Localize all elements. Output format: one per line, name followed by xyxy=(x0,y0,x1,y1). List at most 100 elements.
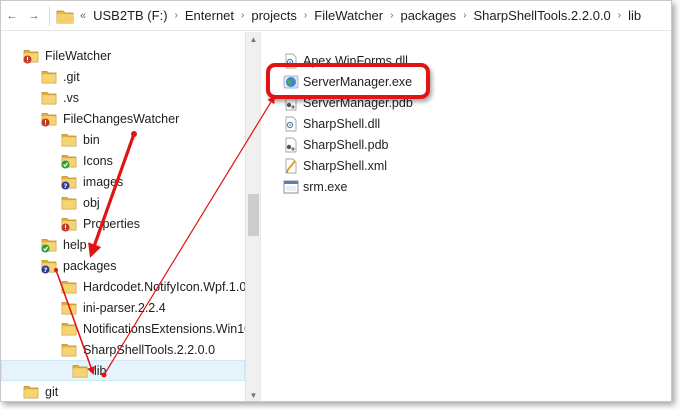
chevron-right-icon[interactable]: › xyxy=(170,10,183,21)
file-item[interactable]: SharpShell.pdb xyxy=(283,134,388,155)
back-button[interactable]: ← xyxy=(1,3,23,29)
tree-item[interactable]: Properties xyxy=(1,213,245,234)
tree-item-label: images xyxy=(83,174,124,189)
forward-button[interactable]: → xyxy=(23,3,45,29)
tree-item-label: help xyxy=(63,237,87,252)
tree-item[interactable]: FileWatcher xyxy=(1,45,245,66)
pdb-icon xyxy=(285,95,297,110)
address-separator xyxy=(49,5,50,26)
folder-icon xyxy=(41,91,57,104)
breadcrumb-item[interactable]: USB2TB (F:) xyxy=(91,8,169,23)
breadcrumb-overflow-button[interactable]: « xyxy=(80,10,91,22)
file-item-label: SharpShell.xml xyxy=(303,158,388,173)
folder-icon xyxy=(61,301,77,314)
tree-item[interactable]: bin xyxy=(1,129,245,150)
folder-question-icon: ? xyxy=(41,259,57,274)
tree-item[interactable]: git xyxy=(1,381,245,401)
back-arrow-icon: ← xyxy=(6,9,18,22)
folder-icon xyxy=(23,385,39,398)
breadcrumb-item[interactable]: projects xyxy=(249,8,299,23)
chevron-right-icon[interactable]: › xyxy=(299,10,312,21)
dll-icon xyxy=(285,116,297,131)
file-item[interactable]: ServerManager.exe xyxy=(283,71,412,92)
file-item[interactable]: srm.exe xyxy=(283,176,347,197)
tree-item[interactable]: ? packages xyxy=(1,255,245,276)
folder-warning-icon xyxy=(41,112,57,126)
tree-item-label: Hardcodet.NotifyIcon.Wpf.1.0.8 xyxy=(83,279,257,294)
forward-arrow-icon: → xyxy=(28,9,40,22)
exe-globe-icon xyxy=(283,75,299,88)
folder-check-icon xyxy=(41,238,57,252)
folder-icon xyxy=(41,70,57,83)
breadcrumb-item[interactable]: SharpShellTools.2.2.0.0 xyxy=(471,8,612,23)
file-item[interactable]: ServerManager.pdb xyxy=(283,92,413,113)
chevron-right-icon[interactable]: › xyxy=(613,10,626,21)
folder-icon xyxy=(61,280,77,293)
folder-icon xyxy=(61,133,77,146)
pane-divider[interactable] xyxy=(260,32,261,401)
folder-question-icon: ? xyxy=(61,175,77,190)
chevron-right-icon[interactable]: › xyxy=(236,10,249,21)
tree-item-label: .git xyxy=(63,69,80,84)
svg-text:?: ? xyxy=(44,266,48,274)
file-item-label: srm.exe xyxy=(303,179,348,194)
file-item-label: Apex.WinForms.dll xyxy=(303,53,408,68)
tree-item[interactable]: ini-parser.2.2.4 xyxy=(1,297,245,318)
tree-item[interactable]: ? images xyxy=(1,171,245,192)
scrollbar-thumb[interactable] xyxy=(248,194,259,236)
tree-item-label: FileWatcher xyxy=(45,48,112,63)
tree-item[interactable]: NotificationsExtensions.Win10.143 xyxy=(1,318,259,339)
folder-icon xyxy=(61,196,77,209)
folder-warning-icon xyxy=(61,217,77,231)
tree-item[interactable]: help xyxy=(1,234,245,255)
folder-icon xyxy=(56,10,74,23)
file-list[interactable]: Apex.WinForms.dll ServerManager.exe Server… xyxy=(263,32,671,401)
file-item-label: ServerManager.exe xyxy=(303,74,413,89)
tree-item-label: Properties xyxy=(83,216,140,231)
breadcrumb-item[interactable]: packages xyxy=(398,8,458,23)
tree-item[interactable]: obj xyxy=(1,192,245,213)
folder-icon xyxy=(61,322,77,335)
tree-item[interactable]: FileChangesWatcher xyxy=(1,108,245,129)
tree-item-label: git xyxy=(45,384,59,399)
chevron-right-icon[interactable]: › xyxy=(385,10,398,21)
tree-item[interactable]: Hardcodet.NotifyIcon.Wpf.1.0.8 xyxy=(1,276,257,297)
tree-item-label: .vs xyxy=(63,90,79,105)
folder-icon xyxy=(72,364,88,377)
tree-item[interactable]: SharpShellTools.2.2.0.0 xyxy=(1,339,245,360)
svg-text:?: ? xyxy=(64,182,68,190)
address-bar[interactable]: ← → « USB2TB (F:) › Enternet › projects › File… xyxy=(1,1,671,31)
tree-item-label: ini-parser.2.2.4 xyxy=(83,300,166,315)
tree-item-label: obj xyxy=(83,195,100,210)
dll-icon xyxy=(285,53,297,68)
folder-check-icon xyxy=(61,154,77,168)
breadcrumb: USB2TB (F:) › Enternet › projects › FileWatche… xyxy=(91,8,643,23)
tree-item-label: lib xyxy=(94,363,107,378)
tree-item-label: NotificationsExtensions.Win10.143 xyxy=(83,321,259,336)
tree-item[interactable]: .git xyxy=(1,66,245,87)
tree-item-label: bin xyxy=(83,132,100,147)
scroll-down-icon[interactable]: ▼ xyxy=(246,388,261,401)
tree-item[interactable]: .vs xyxy=(1,87,245,108)
file-item[interactable]: SharpShell.dll xyxy=(283,113,380,134)
chevron-right-icon[interactable]: › xyxy=(458,10,471,21)
file-item-label: SharpShell.dll xyxy=(303,116,381,131)
explorer-window: ← → « USB2TB (F:) › Enternet › projects › File… xyxy=(0,0,672,402)
breadcrumb-item[interactable]: FileWatcher xyxy=(312,8,385,23)
tree-scrollbar[interactable]: ▲ ▼ xyxy=(245,32,261,401)
scroll-up-icon[interactable]: ▲ xyxy=(246,32,261,47)
tree-item-label: FileChangesWatcher xyxy=(63,111,180,126)
pdb-icon xyxy=(285,137,297,152)
folder-warning-icon xyxy=(23,49,39,63)
file-item-label: ServerManager.pdb xyxy=(303,95,413,110)
breadcrumb-item[interactable]: Enternet xyxy=(183,8,236,23)
tree-item-label: packages xyxy=(63,258,117,273)
exe-console-icon xyxy=(283,180,299,193)
file-item[interactable]: Apex.WinForms.dll xyxy=(283,50,408,71)
tree-item[interactable]: Icons xyxy=(1,150,245,171)
file-item[interactable]: SharpShell.xml xyxy=(283,155,387,176)
navigation-tree[interactable]: FileWatcher .git .vs FileChangesWatcher bin I… xyxy=(1,32,259,401)
breadcrumb-item[interactable]: lib xyxy=(626,8,643,23)
tree-item[interactable]: lib xyxy=(1,360,245,381)
folder-icon xyxy=(61,343,77,356)
